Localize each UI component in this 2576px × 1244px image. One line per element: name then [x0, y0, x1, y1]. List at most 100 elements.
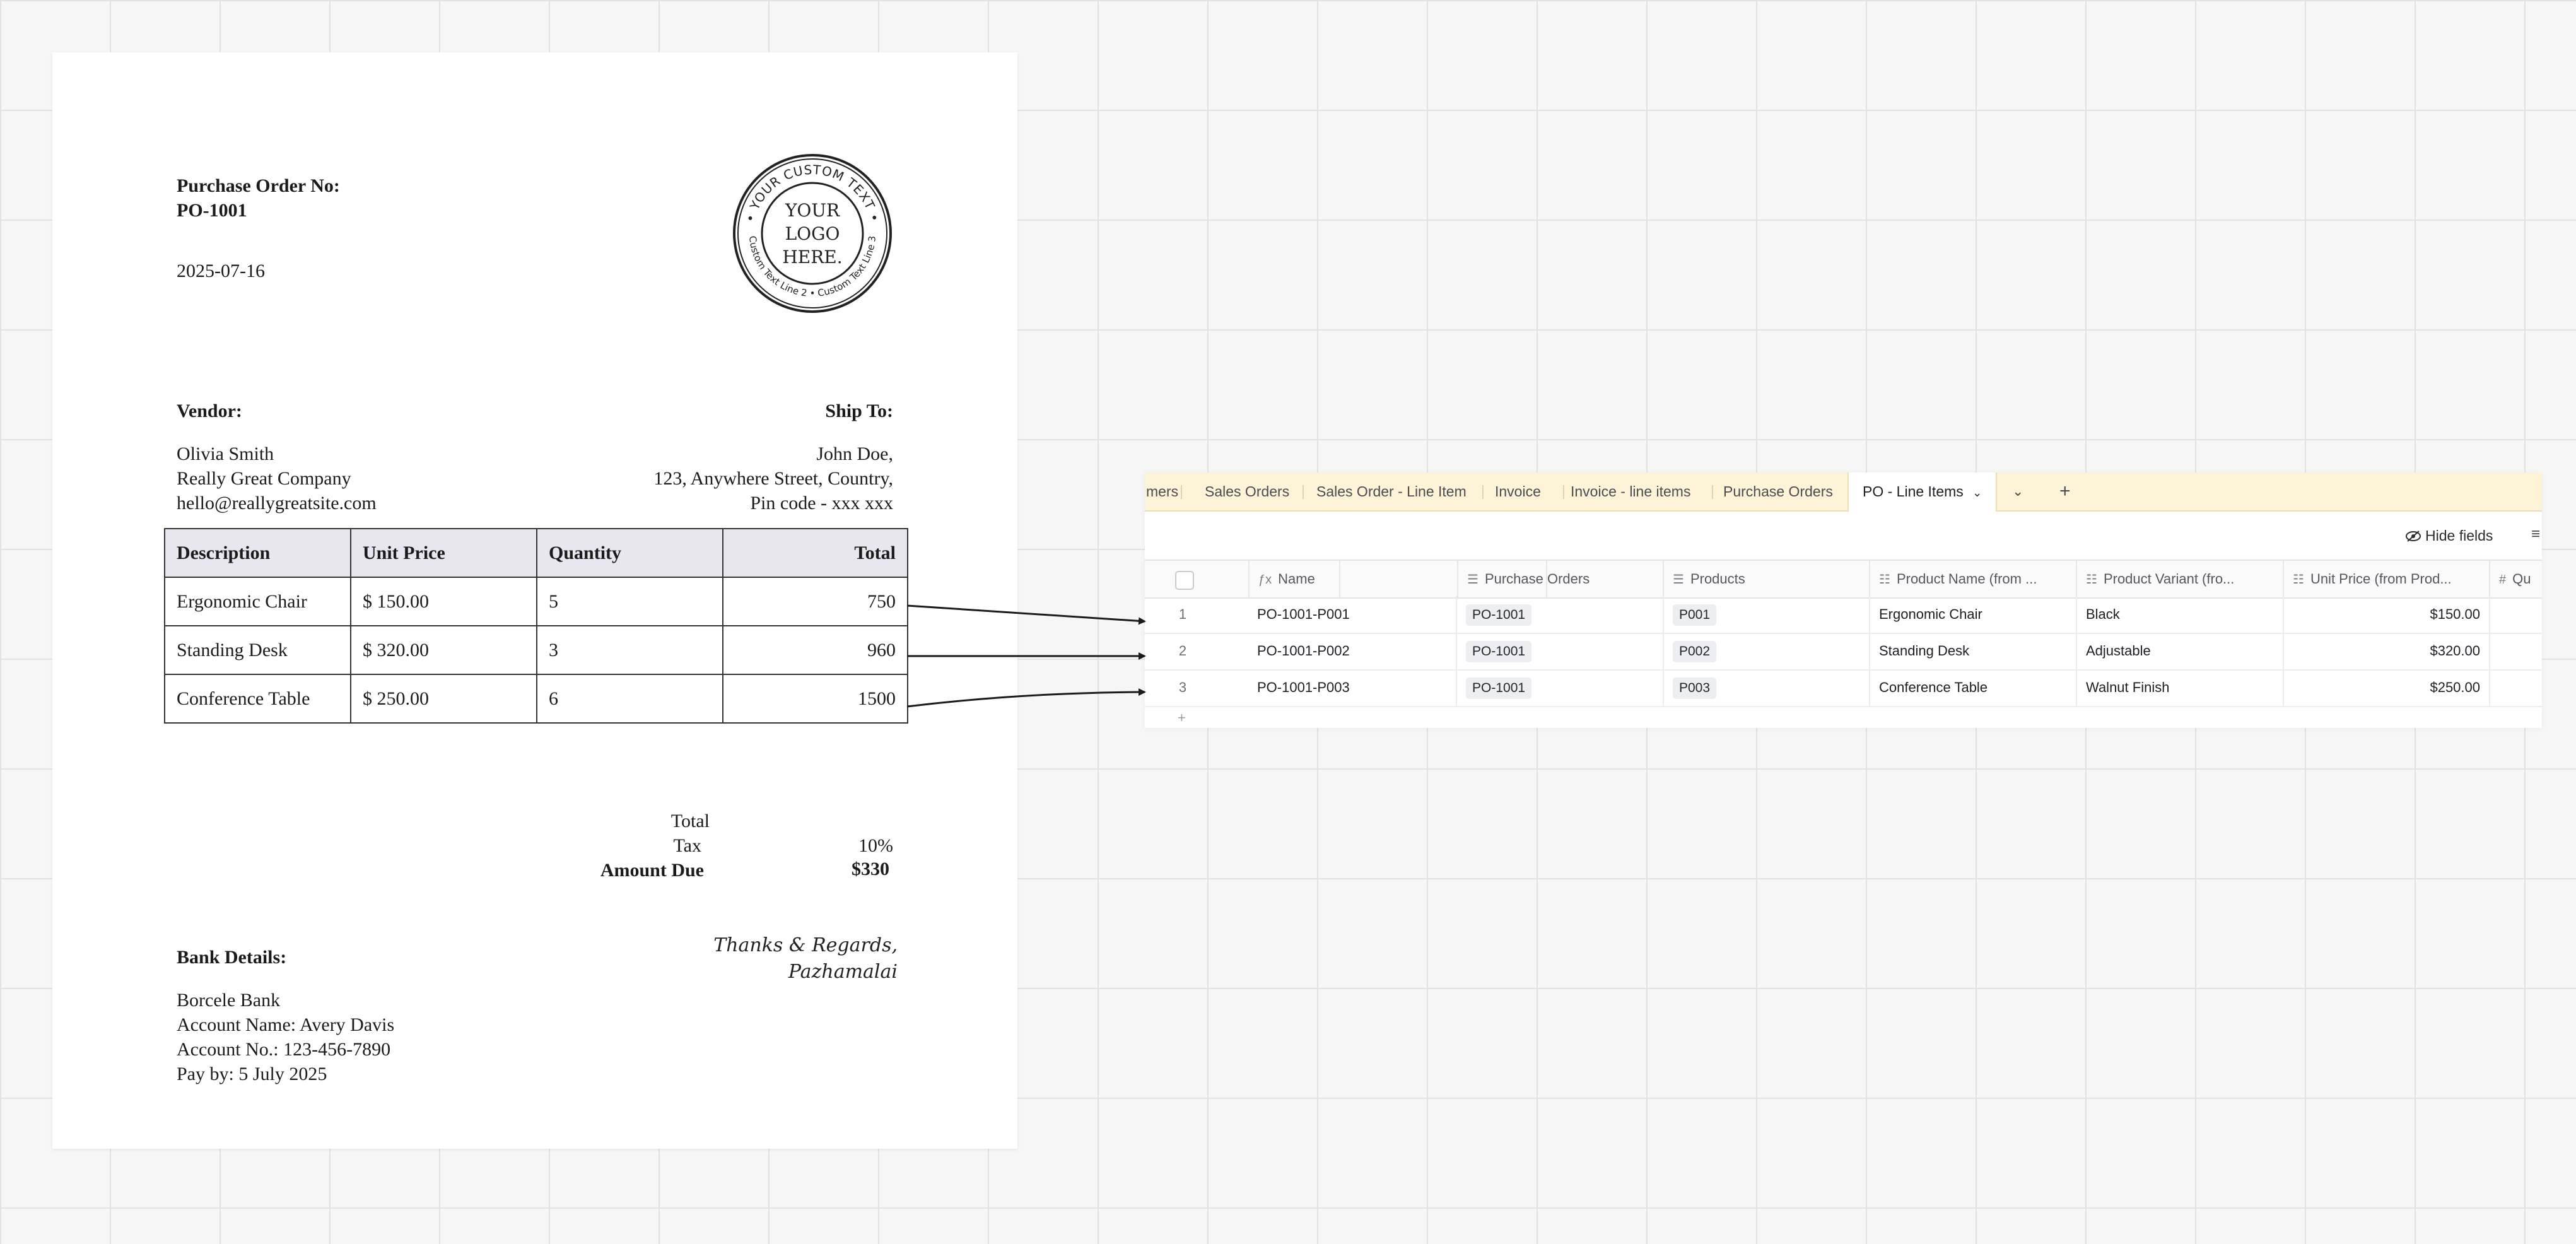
tab-divider: [1712, 485, 1713, 499]
cell-product-variant[interactable]: Adjustable: [2077, 633, 2284, 669]
cell-quantity[interactable]: [2490, 596, 2542, 633]
tab-divider: [1181, 485, 1182, 499]
column-header-label: Name: [1278, 571, 1315, 587]
table-row: Ergonomic Chair $ 150.00 5 750: [164, 577, 908, 626]
cell-unit-price[interactable]: $250.00: [2284, 669, 2490, 706]
vendor-company: Really Great Company: [177, 468, 351, 489]
cell-product[interactable]: P003: [1664, 669, 1870, 706]
cell-quantity[interactable]: [2490, 633, 2542, 669]
header-quantity: Quantity: [536, 528, 723, 578]
cell-quantity: 6: [536, 674, 723, 724]
column-header-unit-price[interactable]: ☷ Unit Price (from Prod...: [2284, 561, 2490, 597]
table-row: Conference Table $ 250.00 6 1500: [164, 674, 908, 724]
linked-record-chip[interactable]: PO-1001: [1466, 678, 1532, 699]
summary-total-label: Total: [670, 811, 710, 831]
database-grid-panel: mers Sales Orders Sales Order - Line Ite…: [1145, 472, 2542, 728]
chevron-down-icon[interactable]: ⌄: [1972, 486, 1982, 499]
cell-name[interactable]: PO-1001-P001: [1248, 596, 1457, 633]
tab-sales-order-line-item[interactable]: Sales Order - Line Item: [1316, 472, 1467, 510]
stamp-line-2: LOGO: [785, 223, 840, 244]
ship-to-pincode: Pin code - xxx xxx: [750, 493, 893, 513]
linked-record-chip[interactable]: P003: [1673, 678, 1717, 699]
column-header-products[interactable]: ☰ Products: [1664, 561, 1870, 597]
lookup-icon: ☷: [2086, 573, 2097, 587]
number-icon: #: [2499, 573, 2507, 587]
table-row[interactable]: 3 PO-1001-P003 PO-1001 P003 Conference T…: [1145, 669, 2542, 707]
table-row[interactable]: 2 PO-1001-P002 PO-1001 P002 Standing Des…: [1145, 633, 2542, 671]
column-header-quantity[interactable]: # Qu: [2490, 561, 2542, 597]
po-date: 2025-07-16: [177, 261, 265, 281]
tab-divider: [1563, 485, 1564, 499]
cell-description: Standing Desk: [164, 625, 351, 675]
tab-customers[interactable]: mers: [1146, 472, 1178, 510]
cell-unit-price[interactable]: $320.00: [2284, 633, 2490, 669]
cell-purchase-order[interactable]: PO-1001: [1457, 669, 1664, 706]
cell-total: 750: [722, 577, 908, 626]
tab-invoice-line-items[interactable]: Invoice - line items: [1571, 472, 1690, 510]
cell-name[interactable]: PO-1001-P002: [1248, 633, 1457, 669]
ship-to-street: 123, Anywhere Street, Country,: [653, 468, 893, 489]
formula-icon: ƒx: [1258, 573, 1272, 587]
column-header-label: Purchase Orders: [1484, 571, 1590, 587]
cell-product-name[interactable]: Conference Table: [1870, 669, 2077, 706]
linked-record-chip[interactable]: PO-1001: [1466, 604, 1532, 626]
hide-fields-button[interactable]: Hide fields: [2405, 525, 2493, 546]
column-header-name[interactable]: ƒx Name: [1248, 561, 1340, 597]
linked-record-chip[interactable]: PO-1001: [1466, 641, 1532, 662]
row-number: 1: [1178, 606, 1187, 622]
cell-purchase-order[interactable]: PO-1001: [1457, 633, 1664, 669]
select-all-checkbox[interactable]: [1175, 571, 1194, 590]
cell-description: Conference Table: [164, 674, 351, 724]
column-header-purchase-orders[interactable]: ☰ Purchase Orders: [1457, 561, 1664, 597]
linked-record-chip[interactable]: P002: [1673, 641, 1717, 662]
bank-name: Borcele Bank: [177, 990, 281, 1011]
cell-product-variant[interactable]: Black: [2077, 596, 2284, 633]
header-total: Total: [722, 528, 908, 578]
cell-unit-price[interactable]: $150.00: [2284, 596, 2490, 633]
cell-name[interactable]: PO-1001-P003: [1248, 669, 1457, 706]
cell-unit-price: $ 250.00: [350, 674, 537, 724]
cell-quantity[interactable]: [2490, 669, 2542, 706]
purchase-order-document: Purchase Order No: PO-1001 2025-07-16 • …: [52, 52, 1017, 1149]
tab-divider: [1482, 485, 1484, 499]
eye-slash-icon: [2406, 531, 2421, 542]
table-header-row: Description Unit Price Quantity Total: [164, 528, 908, 578]
signature-name: Pazhamalai: [788, 961, 898, 983]
tab-invoice[interactable]: Invoice: [1495, 472, 1541, 510]
header-unit-price: Unit Price: [350, 528, 537, 578]
plus-icon[interactable]: +: [1178, 710, 1186, 726]
column-header-label: Qu: [2512, 571, 2531, 587]
summary-tax-value: 10%: [858, 835, 893, 856]
tab-po-line-items[interactable]: PO - Line Items ⌄: [1847, 472, 1998, 512]
cell-product-name[interactable]: Standing Desk: [1870, 633, 2077, 669]
column-header-product-variant[interactable]: ☷ Product Variant (fro...: [2077, 561, 2284, 597]
chevron-down-icon[interactable]: ⌄: [2012, 472, 2023, 510]
linked-record-chip[interactable]: P001: [1673, 604, 1717, 626]
cell-product-variant[interactable]: Walnut Finish: [2077, 669, 2284, 706]
plus-icon[interactable]: +: [2059, 472, 2071, 510]
tab-purchase-orders[interactable]: Purchase Orders: [1723, 472, 1833, 510]
lookup-icon: ☷: [2293, 573, 2304, 587]
cell-unit-price: $ 150.00: [350, 577, 537, 626]
amount-due-value: $330: [852, 859, 889, 879]
vendor-email: hello@reallygreatsite.com: [177, 493, 377, 513]
cell-total: 1500: [722, 674, 908, 724]
column-header-label: Product Variant (fro...: [2103, 571, 2235, 587]
bank-heading: Bank Details:: [177, 947, 287, 968]
column-header-label: Product Name (from ...: [1896, 571, 2037, 587]
vendor-name: Olivia Smith: [177, 443, 274, 464]
header-description: Description: [164, 528, 351, 578]
column-header-empty: [1146, 561, 1155, 597]
filter-icon[interactable]: ≡: [2531, 525, 2540, 543]
summary-tax-label: Tax: [673, 835, 701, 856]
column-header-row: ƒx Name ☰ Purchase Orders ☰ Products ☷ Produ…: [1145, 560, 2542, 599]
cell-product[interactable]: P001: [1664, 596, 1870, 633]
table-row[interactable]: 1 PO-1001-P001 PO-1001 P001 Ergonomic Ch…: [1145, 596, 2542, 634]
cell-product[interactable]: P002: [1664, 633, 1870, 669]
cell-product-name[interactable]: Ergonomic Chair: [1870, 596, 2077, 633]
cell-purchase-order[interactable]: PO-1001: [1457, 596, 1664, 633]
tab-sales-orders[interactable]: Sales Orders: [1205, 472, 1289, 510]
column-header-product-name[interactable]: ☷ Product Name (from ...: [1870, 561, 2077, 597]
table-tab-bar: mers Sales Orders Sales Order - Line Ite…: [1145, 472, 2542, 512]
add-row-button[interactable]: +: [1145, 710, 2542, 728]
